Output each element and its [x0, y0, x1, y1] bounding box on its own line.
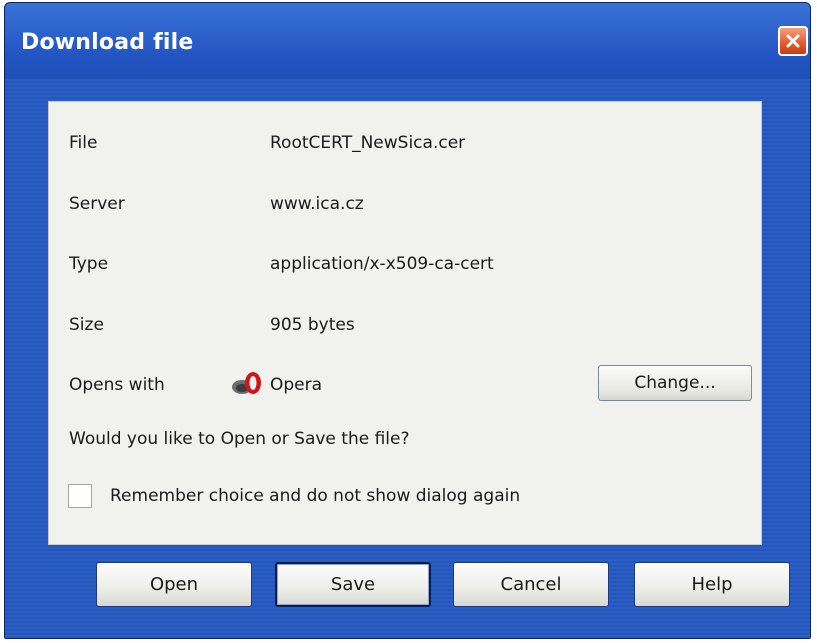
details-panel: File RootCERT_NewSica.cer Server www.ica…	[48, 101, 762, 545]
close-button[interactable]	[778, 26, 808, 56]
download-dialog: Download file File RootCERT_NewSica.cer …	[4, 2, 811, 639]
opens-with-app: Opera	[270, 375, 323, 395]
opens-with-label: Opens with	[69, 375, 165, 395]
file-label: File	[69, 133, 98, 153]
open-save-question: Would you like to Open or Save the file?	[69, 429, 410, 449]
type-label: Type	[69, 254, 109, 274]
server-value: www.ica.cz	[270, 194, 364, 214]
dialog-body: File RootCERT_NewSica.cer Server www.ica…	[5, 79, 810, 638]
save-button[interactable]: Save	[275, 562, 431, 607]
remember-checkbox[interactable]	[68, 484, 92, 508]
close-x-icon	[786, 34, 800, 48]
help-button[interactable]: Help	[634, 562, 790, 607]
size-label: Size	[69, 315, 104, 335]
type-value: application/x-x509-ca-cert	[270, 254, 494, 274]
dialog-title: Download file	[21, 30, 194, 55]
size-value: 905 bytes	[270, 315, 355, 335]
server-label: Server	[69, 194, 125, 214]
opera-icon	[232, 372, 261, 394]
open-button[interactable]: Open	[96, 562, 252, 607]
cancel-button[interactable]: Cancel	[453, 562, 609, 607]
title-bar[interactable]: Download file	[5, 3, 810, 79]
remember-checkbox-label[interactable]: Remember choice and do not show dialog a…	[110, 486, 520, 506]
change-button[interactable]: Change...	[598, 365, 752, 401]
file-value: RootCERT_NewSica.cer	[270, 133, 466, 153]
